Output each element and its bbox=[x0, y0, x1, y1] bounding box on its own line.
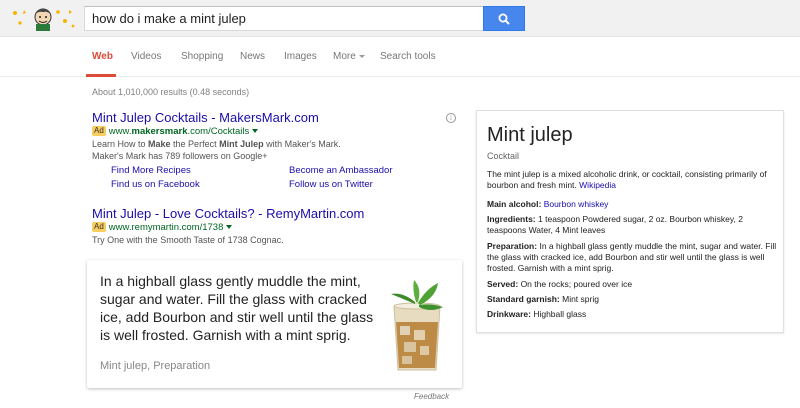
search-nav: Web Videos Shopping News Images More Sea… bbox=[0, 37, 800, 77]
ad-url-line: Ad www.makersmark.com/Cocktails bbox=[92, 126, 462, 138]
top-bar: how do i make a mint julep bbox=[0, 0, 800, 37]
url-dropdown-caret-icon[interactable] bbox=[252, 129, 259, 133]
kp-fact-main-alcohol: Main alcohol: Bourbon whiskey bbox=[487, 199, 777, 210]
tab-shopping[interactable]: Shopping bbox=[181, 37, 223, 77]
sitelink-twitter[interactable]: Follow us on Twitter bbox=[289, 179, 373, 190]
ad-url-suffix: .com/Cocktails bbox=[187, 126, 250, 137]
kp-fact-label: Drinkware: bbox=[487, 309, 531, 319]
search-button[interactable] bbox=[483, 6, 525, 31]
answer-source[interactable]: Mint julep, Preparation bbox=[100, 360, 210, 372]
ad-url: www.remymartin.com/1738 bbox=[108, 222, 224, 233]
ad-description: Learn How to Make the Perfect Mint Julep… bbox=[92, 138, 462, 150]
kp-fact-label: Main alcohol: bbox=[487, 199, 542, 209]
ad-url-prefix: www. bbox=[108, 126, 132, 137]
active-tab-indicator bbox=[86, 74, 116, 77]
answer-text: In a highball glass gently muddle the mi… bbox=[100, 273, 374, 343]
kp-subtitle: Cocktail bbox=[487, 151, 520, 161]
kp-fact-value: On the rocks; poured over ice bbox=[520, 279, 633, 289]
kp-fact-drinkware: Drinkware: Highball glass bbox=[487, 309, 777, 320]
kp-fact-link[interactable]: Bourbon whiskey bbox=[544, 199, 609, 209]
kp-fact-served: Served: On the rocks; poured over ice bbox=[487, 279, 777, 290]
ad-url-bold: makersmark bbox=[131, 126, 188, 137]
kp-description: The mint julep is a mixed alcoholic drin… bbox=[487, 169, 777, 191]
tab-news[interactable]: News bbox=[240, 37, 265, 77]
kp-fact-label: Served: bbox=[487, 279, 519, 289]
sitelink-facebook[interactable]: Find us on Facebook bbox=[111, 179, 200, 190]
tab-videos[interactable]: Videos bbox=[131, 37, 161, 77]
kp-fact-value: Highball glass bbox=[533, 309, 587, 319]
kp-title: Mint julep bbox=[487, 124, 573, 146]
ad-badge: Ad bbox=[92, 126, 106, 136]
ad-title-link[interactable]: Mint Julep Cocktails - MakersMark.com bbox=[92, 110, 462, 126]
ad-result: Mint Julep - Love Cocktails? - RemyMarti… bbox=[92, 206, 462, 246]
knowledge-panel: Mint julep Cocktail The mint julep is a … bbox=[476, 110, 784, 333]
ad-desc-part: with Maker's Mark. bbox=[263, 139, 341, 149]
kp-fact-garnish: Standard garnish: Mint sprig bbox=[487, 294, 777, 305]
feedback-link[interactable]: Feedback bbox=[414, 392, 449, 401]
ad-desc-part: the Perfect bbox=[170, 139, 220, 149]
mint-julep-glass-image[interactable] bbox=[382, 278, 452, 373]
ad-result: Mint Julep Cocktails - MakersMark.com Ad… bbox=[92, 110, 462, 162]
ad-followers: Maker's Mark has 789 followers on Google… bbox=[92, 151, 268, 161]
chevron-down-icon bbox=[358, 54, 365, 58]
url-dropdown-caret-icon[interactable] bbox=[226, 225, 233, 229]
kp-wikipedia-link[interactable]: Wikipedia bbox=[579, 180, 616, 190]
tab-web[interactable]: Web bbox=[92, 37, 113, 77]
kp-fact-ingredients: Ingredients: 1 teaspoon Powdered sugar, … bbox=[487, 214, 777, 236]
answer-card: In a highball glass gently muddle the mi… bbox=[87, 260, 462, 388]
info-icon[interactable]: i bbox=[446, 113, 456, 123]
result-stats: About 1,010,000 results (0.48 seconds) bbox=[92, 87, 250, 97]
google-doodle-icon[interactable] bbox=[10, 4, 76, 32]
ad-url-line: Ad www.remymartin.com/1738 bbox=[92, 222, 462, 234]
kp-fact-label: Ingredients: bbox=[487, 214, 536, 224]
kp-fact-value: Mint sprig bbox=[562, 294, 599, 304]
ad-desc-bold: Mint Julep bbox=[219, 139, 264, 149]
tab-more-label: More bbox=[333, 51, 356, 62]
magnifier-icon bbox=[498, 13, 510, 25]
ad-desc-part: Learn How to bbox=[92, 139, 149, 149]
tab-images[interactable]: Images bbox=[284, 37, 317, 77]
search-input[interactable]: how do i make a mint julep bbox=[84, 6, 484, 31]
ad-badge: Ad bbox=[92, 222, 106, 232]
kp-fact-preparation: Preparation: In a highball glass gently … bbox=[487, 241, 777, 274]
kp-description-text: The mint julep is a mixed alcoholic drin… bbox=[487, 169, 767, 190]
tab-more[interactable]: More bbox=[333, 37, 365, 77]
ad-desc-bold: Make bbox=[148, 139, 171, 149]
tab-search-tools[interactable]: Search tools bbox=[380, 37, 436, 77]
sitelink-become-ambassador[interactable]: Become an Ambassador bbox=[289, 165, 393, 176]
kp-fact-label: Standard garnish: bbox=[487, 294, 560, 304]
ad-title-link[interactable]: Mint Julep - Love Cocktails? - RemyMarti… bbox=[92, 206, 462, 222]
kp-fact-label: Preparation: bbox=[487, 241, 538, 251]
ad-description: Try One with the Smooth Taste of 1738 Co… bbox=[92, 235, 284, 245]
sitelink-find-more-recipes[interactable]: Find More Recipes bbox=[111, 165, 191, 176]
